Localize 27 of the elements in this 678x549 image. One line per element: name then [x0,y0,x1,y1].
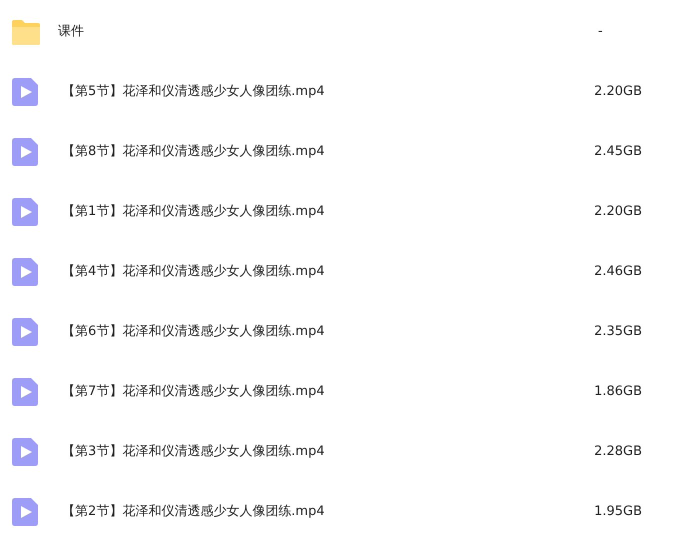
file-size: 2.45GB [593,143,642,162]
file-name[interactable]: 【第6节】花泽和仪清透感少女人像团练.mp4 [62,322,325,342]
file-size: - [597,23,604,42]
file-size: 1.86GB [593,383,642,402]
file-name[interactable]: 【第2节】花泽和仪清透感少女人像团练.mp4 [62,502,325,522]
folder-icon [11,17,41,47]
video-file-icon [11,257,41,287]
video-file-icon [11,197,41,227]
file-size: 2.46GB [593,263,642,282]
video-file-icon [11,437,41,467]
video-file-icon [11,497,41,527]
video-file-icon [11,317,41,347]
folder-name[interactable]: 课件 [58,22,84,42]
file-name[interactable]: 【第5节】花泽和仪清透感少女人像团练.mp4 [62,82,325,102]
file-name[interactable]: 【第7节】花泽和仪清透感少女人像团练.mp4 [62,382,325,402]
file-name[interactable]: 【第1节】花泽和仪清透感少女人像团练.mp4 [62,202,325,222]
file-size: 2.20GB [593,83,642,102]
file-size: 1.95GB [593,503,642,522]
video-file-icon [11,77,41,107]
file-size: 2.28GB [593,443,642,462]
file-name[interactable]: 【第8节】花泽和仪清透感少女人像团练.mp4 [62,142,325,162]
file-size: 2.20GB [593,203,642,222]
file-name[interactable]: 【第3节】花泽和仪清透感少女人像团练.mp4 [62,442,325,462]
file-size: 2.35GB [593,323,642,342]
video-file-icon [11,377,41,407]
video-file-icon [11,137,41,167]
file-name[interactable]: 【第4节】花泽和仪清透感少女人像团练.mp4 [62,262,325,282]
